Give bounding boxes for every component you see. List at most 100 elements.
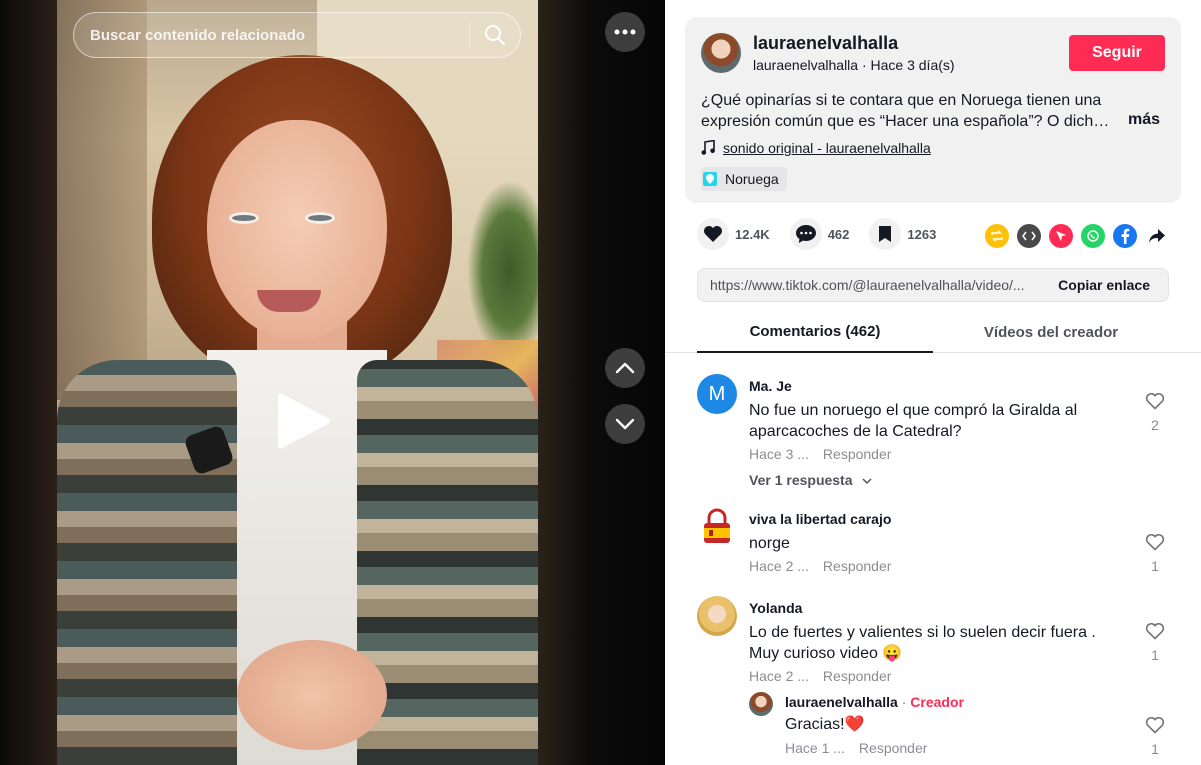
like-count: 12.4K [735,226,770,242]
avatar[interactable] [697,596,737,636]
reply-button[interactable]: Responder [823,446,892,462]
search-bar[interactable]: Buscar contenido relacionado [73,12,521,58]
reply-meta: Hace 1 ... Responder [785,740,927,756]
facebook-icon[interactable] [1113,224,1137,248]
creator-badge: Creador [910,694,964,710]
copy-link-box: https://www.tiktok.com/@lauraenelvalhall… [697,268,1169,302]
padlock-flag-icon [704,508,730,543]
whatsapp-icon[interactable] [1081,224,1105,248]
more-options-button[interactable] [605,12,645,52]
reply-like[interactable]: 1 [1143,716,1167,757]
tab-comments[interactable]: Comentarios (462) [697,312,933,353]
more-link[interactable]: más [1128,111,1160,129]
ellipsis-icon [614,29,636,35]
comment-time: Hace 3 ... [749,446,809,462]
reply-text: Gracias!❤️ [785,716,865,733]
background-plant [467,180,538,360]
comment-like-count: 1 [1151,647,1159,663]
previous-video-button[interactable] [605,348,645,388]
video-description: ¿Qué opinarías si te contara que en Noru… [701,92,1110,130]
reply-time: Hace 1 ... [785,740,845,756]
copy-link-button[interactable]: Copiar enlace [1046,277,1168,293]
details-panel: lauraenelvalhalla lauraenelvalhalla · Ha… [665,0,1201,765]
chevron-down-icon [615,418,635,430]
description-card: lauraenelvalhalla lauraenelvalhalla · Ha… [685,17,1181,203]
comment-item: M Ma. Je No fue un noruego el que compró… [697,374,1187,494]
comment-author[interactable]: viva la libertad carajo [749,511,891,527]
search-input[interactable]: Buscar contenido relacionado [74,27,469,44]
person-eye-left [229,212,259,224]
comment-meta: Hace 3 ... Responder [749,446,891,462]
comment-author[interactable]: Yolanda [749,600,802,616]
location-chip[interactable]: Noruega [701,167,787,191]
like-action[interactable]: 12.4K [697,218,770,250]
person-hands [237,640,387,750]
comment-like[interactable]: 1 [1143,622,1167,663]
next-video-button[interactable] [605,404,645,444]
comment-count: 462 [827,226,850,242]
reply-author-line: lauraenelvalhalla · Creador [785,694,964,710]
author-avatar[interactable] [701,33,741,73]
heart-outline-icon [1145,533,1165,551]
comment-like[interactable]: 2 [1143,392,1167,433]
music-link[interactable]: sonido original - lauraenelvalhalla [701,140,931,156]
comment-like[interactable]: 1 [1143,533,1167,574]
background-curtain [57,0,147,400]
heart-outline-icon [1145,392,1165,410]
person-cardigan-left [57,360,237,765]
author-name[interactable]: lauraenelvalhalla [753,33,898,54]
location-pin-icon [703,172,717,186]
author-handle-time: lauraenelvalhalla · Hace 3 día(s) [753,57,955,73]
music-name[interactable]: sonido original - lauraenelvalhalla [723,140,931,156]
chevron-up-icon [615,362,635,374]
video-backdrop-right [538,0,665,765]
reply-button[interactable]: Responder [823,668,892,684]
avatar[interactable] [697,507,737,547]
comment-text: No fue un noruego el que compró la Giral… [749,402,1078,440]
person-eye-right [305,212,335,224]
comment-meta: Hace 2 ... Responder [749,558,891,574]
heart-outline-icon [1145,622,1165,640]
video-frame[interactable] [57,0,538,765]
follow-button[interactable]: Seguir [1069,35,1165,71]
comment-action[interactable]: 462 [789,218,850,250]
save-action[interactable]: 1263 [869,218,936,250]
comment-meta: Hace 2 ... Responder [749,668,891,684]
comment-text: Lo de fuertes y valientes si lo suelen d… [749,624,1096,662]
video-url[interactable]: https://www.tiktok.com/@lauraenelvalhall… [698,277,1046,293]
share-icons [985,224,1177,248]
comment-like-count: 1 [1151,558,1159,574]
heart-icon[interactable] [697,218,729,250]
share-arrow-icon[interactable] [1145,224,1169,248]
comment-time: Hace 2 ... [749,558,809,574]
repost-icon[interactable] [985,224,1009,248]
send-to-friends-icon[interactable] [1049,224,1073,248]
embed-icon[interactable] [1017,224,1041,248]
comment-time: Hace 2 ... [749,668,809,684]
reply-item: lauraenelvalhalla · Creador Gracias!❤️ H… [749,692,1187,765]
avatar[interactable]: M [697,374,737,414]
action-bar: 12.4K 462 1263 [697,218,956,250]
comment-text: norge [749,535,790,552]
comment-like-count: 2 [1151,417,1159,433]
view-replies-label[interactable]: Ver 1 respuesta [749,472,853,488]
view-replies-link[interactable]: Ver 1 respuesta [749,472,872,488]
comment-item: Yolanda Lo de fuertes y valientes si lo … [697,596,1187,765]
reply-separator: · [897,694,911,710]
save-count: 1263 [907,226,937,242]
reply-button[interactable]: Responder [859,740,928,756]
search-icon[interactable] [470,12,520,58]
reply-button[interactable]: Responder [823,558,892,574]
music-note-icon [701,140,715,155]
comment-icon[interactable] [789,218,822,250]
comment-item: viva la libertad carajo norge Hace 2 ...… [697,507,1187,587]
video-player[interactable]: Buscar contenido relacionado [0,0,665,765]
play-icon[interactable] [276,390,332,457]
bookmark-icon[interactable] [869,218,902,250]
tab-creator-videos[interactable]: Vídeos del creador [933,312,1169,353]
location-name: Noruega [725,171,779,187]
video-backdrop-left [0,0,57,765]
comment-author[interactable]: Ma. Je [749,378,792,394]
reply-author[interactable]: lauraenelvalhalla [785,694,898,710]
avatar[interactable] [749,692,773,716]
